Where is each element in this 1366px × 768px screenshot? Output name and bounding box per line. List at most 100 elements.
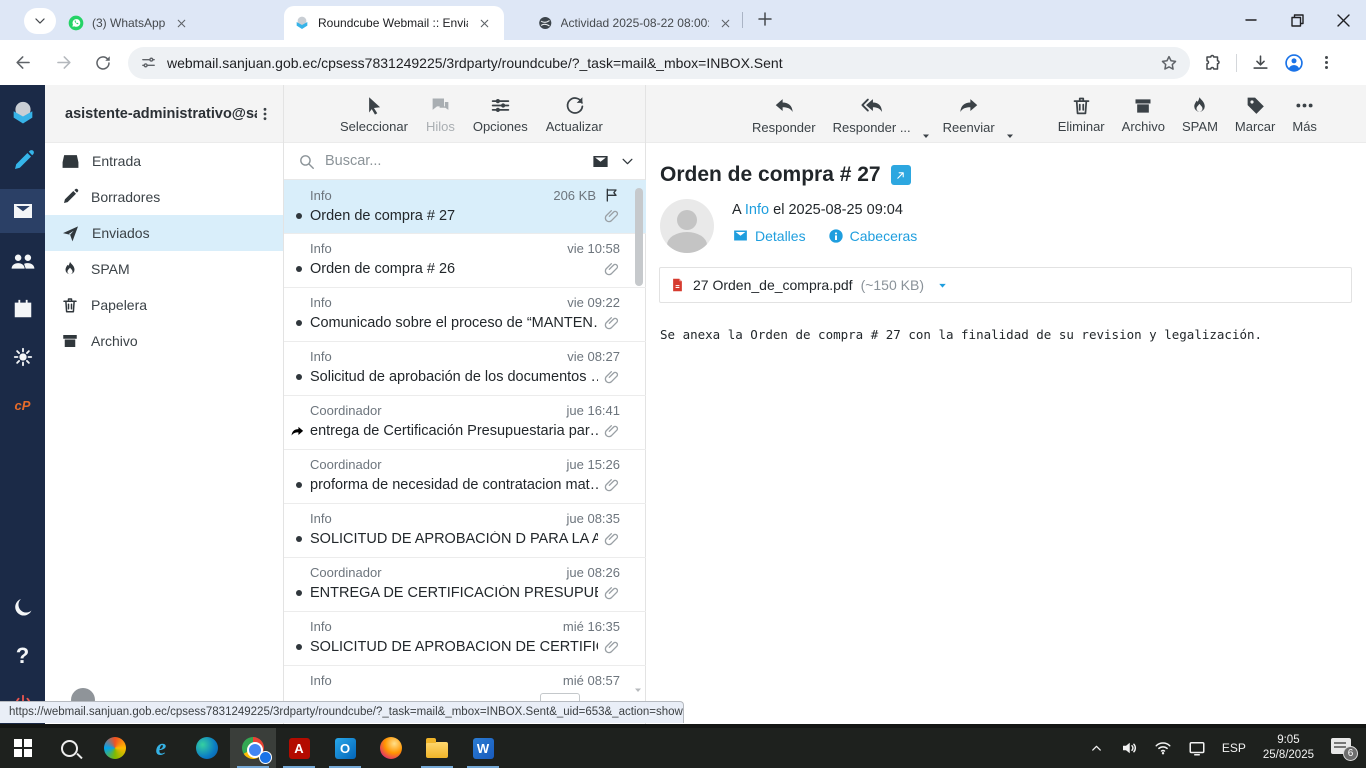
mark-button[interactable]: Marcar <box>1235 95 1275 134</box>
message-row[interactable]: Info vie 09:22 Comunicado sobre el proces… <box>284 288 646 342</box>
edge-icon[interactable] <box>184 728 230 768</box>
reply-all-button[interactable]: Responder ... <box>833 95 911 135</box>
message-row[interactable]: Info vie 08:27 Solicitud de aprobación de… <box>284 342 646 396</box>
contacts-icon[interactable] <box>0 241 45 281</box>
dark-mode-moon-icon[interactable] <box>0 588 45 628</box>
message-rows: Info 206 KB Orden de compra # 27 Info vie… <box>284 180 646 724</box>
spam-button[interactable]: SPAM <box>1182 95 1218 134</box>
folder-archivo[interactable]: Archivo <box>45 323 283 359</box>
tray-chevron-icon[interactable] <box>1084 728 1109 768</box>
mail-icon[interactable] <box>0 189 45 233</box>
firefox-icon[interactable] <box>368 728 414 768</box>
site-settings-icon[interactable] <box>140 54 157 71</box>
reply-all-caret-icon[interactable] <box>920 130 932 142</box>
file-explorer-icon[interactable] <box>414 728 460 768</box>
copilot-icon[interactable] <box>92 728 138 768</box>
tab-close-icon[interactable] <box>175 17 188 30</box>
flag-icon[interactable] <box>604 187 620 203</box>
archive-button[interactable]: Archivo <box>1122 95 1165 134</box>
search-scope-mail-icon[interactable] <box>591 152 610 171</box>
cursor-icon <box>363 95 384 116</box>
compose-icon[interactable] <box>0 141 45 181</box>
envelope-icon <box>732 227 749 244</box>
forward-caret-icon[interactable] <box>1004 130 1016 142</box>
browser-menu-icon[interactable] <box>1318 54 1335 71</box>
close-window-button[interactable] <box>1320 0 1366 40</box>
list-scrollbar[interactable] <box>634 180 644 720</box>
roundcube-logo[interactable] <box>0 93 45 133</box>
bookmark-star-icon[interactable] <box>1160 54 1178 72</box>
outlook-icon[interactable]: O <box>322 728 368 768</box>
headers-link[interactable]: Cabeceras <box>828 228 917 244</box>
search-input[interactable]: Buscar... <box>325 153 581 169</box>
profile-icon[interactable] <box>1284 53 1304 73</box>
message-row[interactable]: Info 206 KB Orden de compra # 27 <box>284 180 646 234</box>
minimize-button[interactable] <box>1228 0 1274 40</box>
select-button[interactable]: Seleccionar <box>340 95 408 134</box>
tab-search-button[interactable] <box>24 8 56 34</box>
folder-borradores[interactable]: Borradores <box>45 179 283 215</box>
tab-whatsapp[interactable]: (3) WhatsApp <box>58 6 266 40</box>
threads-button[interactable]: Hilos <box>426 95 455 134</box>
cpanel-icon[interactable]: cP <box>0 385 45 425</box>
url-text[interactable]: webmail.sanjuan.gob.ec/cpsess7831249225/… <box>167 55 1160 71</box>
language-indicator[interactable]: ESP <box>1217 728 1251 768</box>
start-button[interactable] <box>0 728 46 768</box>
wifi-icon[interactable] <box>1149 728 1177 768</box>
folder-papelera[interactable]: Papelera <box>45 287 283 323</box>
back-button[interactable] <box>6 46 40 80</box>
message-header: A Info el 2025-08-25 09:04 Detalles Cabe… <box>660 199 1366 253</box>
folder-enviados[interactable]: Enviados <box>45 215 283 251</box>
notification-center-icon[interactable]: 6 <box>1326 728 1360 768</box>
help-icon[interactable]: ? <box>0 636 45 676</box>
refresh-button[interactable]: Actualizar <box>546 95 603 134</box>
tab-close-icon[interactable] <box>478 17 491 30</box>
chrome-icon[interactable] <box>230 728 276 768</box>
attachment-menu-caret-icon[interactable] <box>936 279 949 292</box>
forward-button[interactable]: Reenviar <box>943 95 995 135</box>
folder-entrada[interactable]: Entrada <box>45 143 283 179</box>
browser-tab-strip: (3) WhatsApp Roundcube Webmail :: Enviad… <box>0 0 1366 40</box>
message-row[interactable]: Info vie 10:58 Orden de compra # 26 <box>284 234 646 288</box>
attachment-name[interactable]: 27 Orden_de_compra.pdf <box>693 277 853 293</box>
address-bar[interactable]: webmail.sanjuan.gob.ec/cpsess7831249225/… <box>128 46 1190 79</box>
new-tab-button[interactable] <box>756 10 774 28</box>
extensions-icon[interactable] <box>1204 54 1222 72</box>
word-icon[interactable]: W <box>460 728 506 768</box>
message-row[interactable]: Coordinador jue 08:26 ENTREGA DE CERTIFIC… <box>284 558 646 612</box>
message-row[interactable]: Coordinador jue 16:41 entrega de Certific… <box>284 396 646 450</box>
recipient-link[interactable]: Info <box>745 202 769 218</box>
settings-gear-icon[interactable] <box>0 337 45 377</box>
options-button[interactable]: Opciones <box>473 95 528 134</box>
message-row[interactable]: Info jue 08:35 SOLICITUD DE APROBACIÓN D … <box>284 504 646 558</box>
forward-button[interactable] <box>46 46 80 80</box>
more-button[interactable]: Más <box>1292 95 1317 134</box>
folder-spam[interactable]: SPAM <box>45 251 283 287</box>
details-link[interactable]: Detalles <box>732 227 806 244</box>
calendar-icon[interactable] <box>0 289 45 329</box>
internet-explorer-icon[interactable]: e <box>138 728 184 768</box>
message-row[interactable]: Info mié 16:35 SOLICITUD DE APROBACION DE… <box>284 612 646 666</box>
scrollbar-thumb[interactable] <box>635 188 643 286</box>
restore-button[interactable] <box>1274 0 1320 40</box>
refresh-icon <box>564 95 585 116</box>
account-menu-icon[interactable] <box>257 106 273 122</box>
message-row[interactable]: Coordinador jue 15:26 proforma de necesid… <box>284 450 646 504</box>
reply-button[interactable]: Responder <box>752 95 816 135</box>
scrollbar-down-arrow[interactable] <box>632 684 644 696</box>
open-in-new-window-icon[interactable] <box>890 165 911 185</box>
taskbar-search-icon[interactable] <box>46 728 92 768</box>
tab-roundcube[interactable]: Roundcube Webmail :: Enviados <box>284 6 504 40</box>
display-cast-icon[interactable] <box>1183 728 1211 768</box>
reload-button[interactable] <box>86 46 120 80</box>
search-bar[interactable]: Buscar... <box>284 143 645 180</box>
acrobat-icon[interactable]: A <box>276 728 322 768</box>
volume-icon[interactable] <box>1115 728 1143 768</box>
delete-button[interactable]: Eliminar <box>1058 95 1105 134</box>
clock[interactable]: 9:05 25/8/2025 <box>1257 728 1320 768</box>
tab-close-icon[interactable] <box>719 17 732 30</box>
downloads-icon[interactable] <box>1251 53 1270 72</box>
attachment-row[interactable]: 27 Orden_de_compra.pdf (~150 KB) <box>659 267 1352 303</box>
tab-actividad[interactable]: Actividad 2025-08-22 08:00:00 <box>528 6 740 40</box>
search-options-chevron-icon[interactable] <box>620 154 635 169</box>
